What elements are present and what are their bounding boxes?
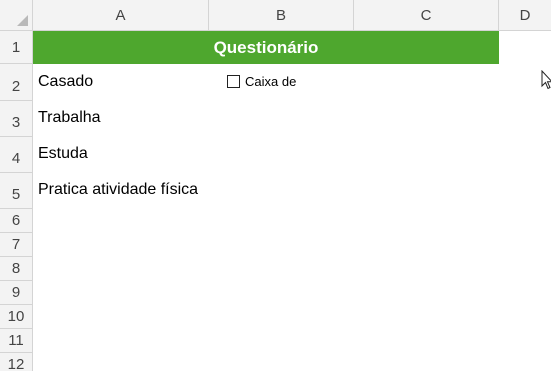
- checkbox-box-icon[interactable]: [227, 75, 240, 88]
- row-header-7[interactable]: 7: [0, 233, 33, 257]
- row-header-1[interactable]: 1: [0, 31, 33, 64]
- row-header-2[interactable]: 2: [0, 64, 33, 101]
- column-header-d[interactable]: D: [499, 0, 551, 31]
- cell-a5[interactable]: Pratica atividade física: [38, 181, 198, 199]
- row-header-12[interactable]: 12: [0, 353, 33, 373]
- row-header-6[interactable]: 6: [0, 209, 33, 233]
- row-header-9[interactable]: 9: [0, 281, 33, 305]
- row-header-4[interactable]: 4: [0, 137, 33, 173]
- column-header-c[interactable]: C: [354, 0, 499, 31]
- checkbox-label: Caixa de: [245, 74, 297, 89]
- row-header-5[interactable]: 5: [0, 173, 33, 209]
- cell-a2[interactable]: Casado: [38, 73, 93, 91]
- row-header-8[interactable]: 8: [0, 257, 33, 281]
- title-text: Questionário: [213, 37, 319, 57]
- row-header-3[interactable]: 3: [0, 101, 33, 137]
- row-header-11[interactable]: 11: [0, 329, 33, 353]
- cell-a4[interactable]: Estuda: [38, 145, 88, 163]
- mouse-pointer-icon: [541, 70, 551, 90]
- row-header-10[interactable]: 10: [0, 305, 33, 329]
- spreadsheet-grid: A B C D 1 2 3 4 5 6 7 8 9 10 11 12 Quest…: [0, 0, 551, 373]
- select-all-button[interactable]: [0, 0, 33, 31]
- column-header-b[interactable]: B: [209, 0, 354, 31]
- column-header-a[interactable]: A: [33, 0, 209, 31]
- cell-a3[interactable]: Trabalha: [38, 109, 101, 127]
- select-all-triangle-icon: [17, 15, 28, 26]
- form-checkbox[interactable]: Caixa de: [227, 73, 296, 90]
- title-cell-a1[interactable]: Questionário: [33, 31, 499, 64]
